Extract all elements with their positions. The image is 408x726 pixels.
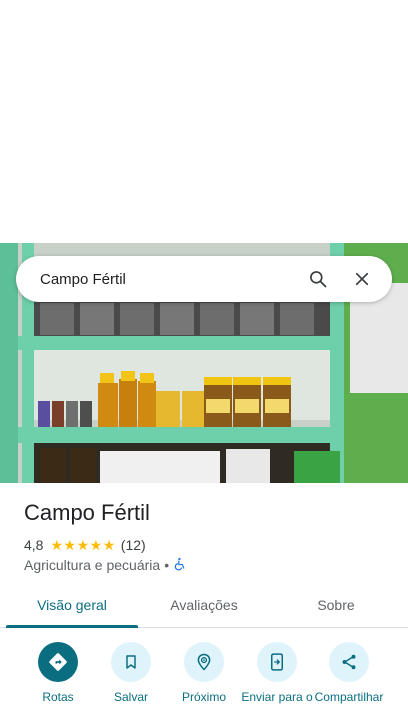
nearby-button[interactable]: Próximo: [166, 642, 242, 705]
separator: •: [164, 557, 170, 573]
category-row: Agricultura e pecuária •: [24, 556, 187, 574]
category-label: Agricultura e pecuária: [24, 557, 161, 573]
place-title: Campo Fértil: [24, 500, 150, 525]
tab-avaliacoes[interactable]: Avaliações: [144, 584, 264, 626]
star-icon: ★: [63, 537, 77, 553]
star-icon: ★: [102, 537, 116, 553]
place-details-screen: Campo Fértil Campo Fértil 4,8 ★ ★ ★ ★ ★ …: [0, 0, 408, 726]
action-bar: Rotas Salvar Próximo Enviar para o Compa: [0, 642, 408, 726]
share-icon[interactable]: [329, 642, 369, 682]
search-bar[interactable]: Campo Fértil: [16, 256, 392, 302]
nearby-label: Próximo: [181, 690, 226, 704]
tab-visao-geral[interactable]: Visão geral: [0, 584, 144, 628]
search-icon[interactable]: [300, 261, 336, 297]
tab-bar: Visão geral Avaliações Sobre: [0, 584, 408, 628]
tab-sobre[interactable]: Sobre: [264, 584, 408, 626]
share-button[interactable]: Compartilhar: [311, 642, 387, 705]
star-rating: ★ ★ ★ ★ ★: [50, 538, 115, 552]
directions-icon[interactable]: [38, 642, 78, 682]
close-icon[interactable]: [344, 261, 380, 297]
rating-value: 4,8: [24, 537, 44, 553]
save-label: Salvar: [113, 690, 148, 704]
directions-label: Rotas: [42, 690, 74, 704]
star-icon: ★: [89, 537, 103, 553]
review-count: (12): [120, 537, 146, 553]
send-to-phone-button[interactable]: Enviar para o: [239, 642, 315, 705]
rating-row[interactable]: 4,8 ★ ★ ★ ★ ★ (12): [24, 536, 146, 554]
send-to-phone-icon[interactable]: [257, 642, 297, 682]
search-query[interactable]: Campo Fértil: [40, 271, 292, 288]
star-icon: ★: [76, 537, 90, 553]
send-to-phone-label: Enviar para o: [241, 690, 313, 704]
save-button[interactable]: Salvar: [93, 642, 169, 705]
wheelchair-icon: [173, 557, 187, 574]
star-icon: ★: [50, 537, 64, 553]
nearby-icon[interactable]: [184, 642, 224, 682]
share-label: Compartilhar: [314, 690, 384, 704]
bookmark-icon[interactable]: [111, 642, 151, 682]
directions-button[interactable]: Rotas: [20, 642, 96, 705]
